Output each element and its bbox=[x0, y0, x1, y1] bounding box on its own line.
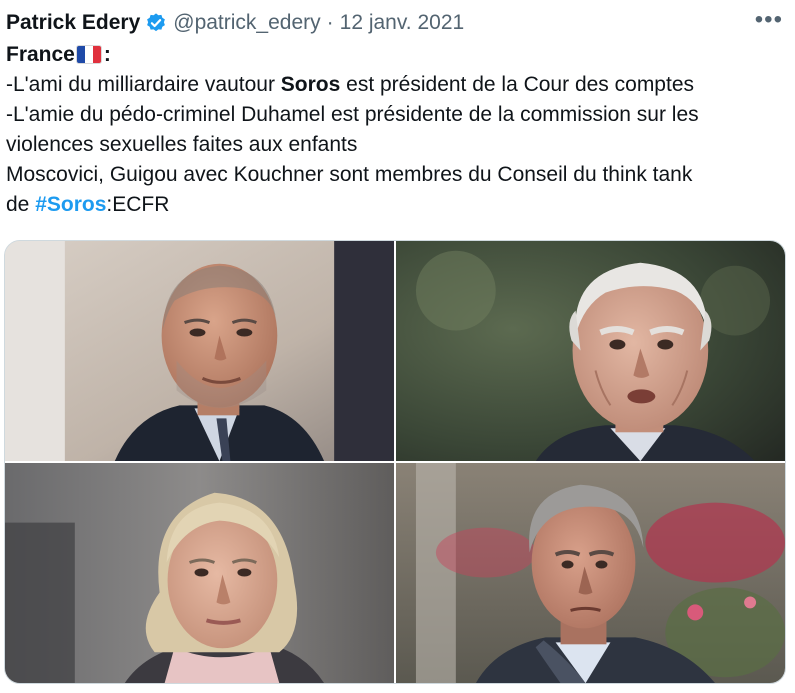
tweet-line-6: de #Soros:ECFR bbox=[6, 190, 786, 220]
author-handle[interactable]: @patrick_edery bbox=[173, 11, 320, 35]
media-grid bbox=[4, 240, 786, 684]
line6-start: de bbox=[6, 193, 36, 216]
portrait-image bbox=[396, 463, 785, 683]
tweet-line-2: -L'ami du milliardaire vautour Soros est… bbox=[6, 70, 786, 100]
tweet-text: France: -L'ami du milliardaire vautour S… bbox=[6, 40, 786, 220]
media-photo-4[interactable] bbox=[396, 463, 785, 683]
line2-bold-word: Soros bbox=[280, 73, 341, 96]
hashtag-link[interactable]: #Soros bbox=[35, 193, 106, 216]
portrait-image bbox=[396, 241, 785, 461]
country-label: France bbox=[6, 43, 75, 66]
media-photo-3[interactable] bbox=[5, 463, 394, 683]
tweet-line-3: -L'amie du pédo-criminel Duhamel est pré… bbox=[6, 103, 699, 126]
author-name[interactable]: Patrick Edery bbox=[6, 11, 140, 35]
media-photo-2[interactable] bbox=[396, 241, 785, 461]
media-photo-1[interactable] bbox=[5, 241, 394, 461]
tweet-header: Patrick Edery @patrick_edery · 12 janv. … bbox=[6, 8, 785, 38]
tweet-line-5: Moscovici, Guigou avec Kouchner sont mem… bbox=[6, 163, 693, 186]
portrait-image bbox=[5, 241, 394, 461]
portrait-image bbox=[5, 463, 394, 683]
tweet-line-1: France: bbox=[6, 40, 786, 70]
line2-start: -L'ami du milliardaire vautour bbox=[6, 73, 281, 96]
tweet-date[interactable]: 12 janv. 2021 bbox=[340, 11, 465, 35]
line6-end: :ECFR bbox=[106, 193, 170, 216]
header-separator: · bbox=[326, 11, 334, 34]
line2-end: est président de la Cour des comptes bbox=[340, 73, 695, 96]
more-options-icon[interactable]: ••• bbox=[755, 8, 783, 32]
france-flag-icon bbox=[75, 45, 102, 64]
verified-badge-icon bbox=[147, 13, 166, 32]
country-colon: : bbox=[103, 43, 111, 66]
tweet: Patrick Edery @patrick_edery · 12 janv. … bbox=[0, 0, 795, 693]
tweet-line-4: violences sexuelles faites aux enfants bbox=[6, 133, 358, 156]
